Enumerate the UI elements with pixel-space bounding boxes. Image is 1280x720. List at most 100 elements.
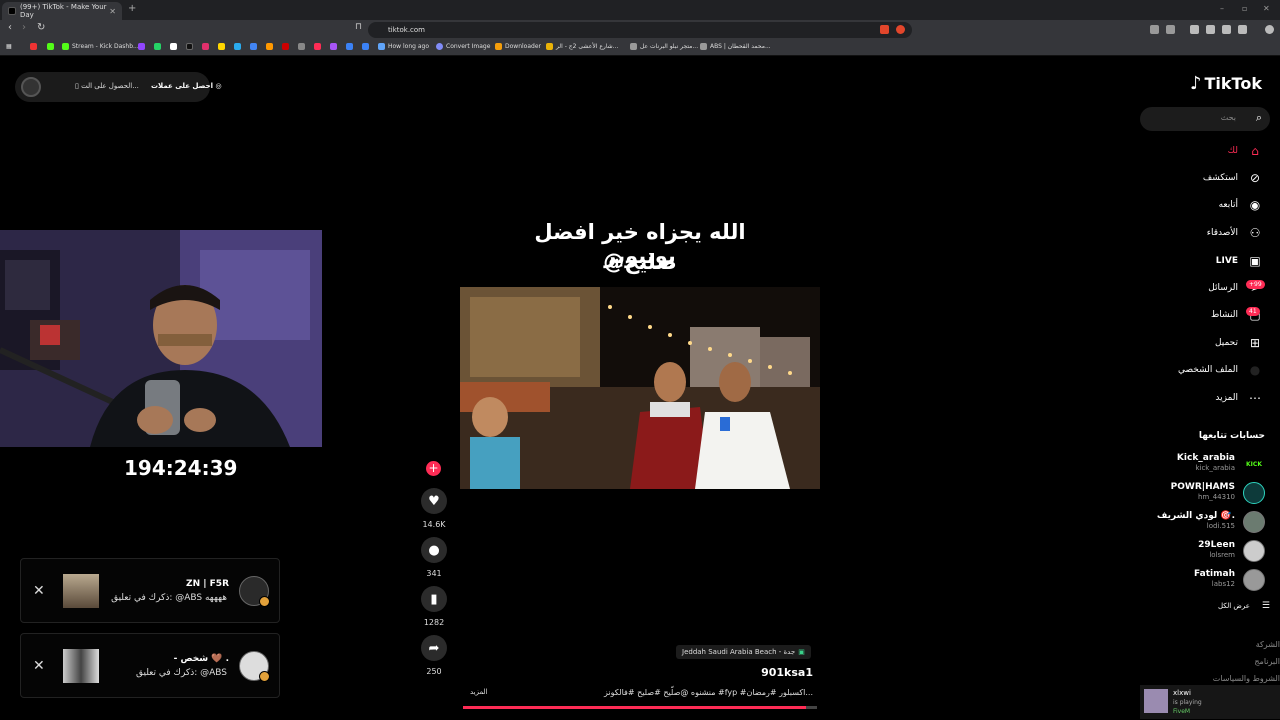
browser-tab[interactable]: (99+) TikTok - Make Your Day ✕ [2,2,122,20]
vpn-icon[interactable] [1238,25,1247,34]
back-icon[interactable]: ‹ [8,22,12,33]
video-author[interactable]: 901ksa1 [761,666,813,679]
search-icon[interactable]: ⌕ [1256,111,1262,125]
nav-live[interactable]: LIVE ▣ [1216,251,1262,271]
see-more-link[interactable]: المزيد [470,688,488,696]
tab-title: (99+) TikTok - Make Your Day [20,3,107,19]
follow-plus-button[interactable]: + [426,461,441,476]
bookmark-abs[interactable]: ABS | محمد القحطان... [700,43,771,50]
more-icon: ⋯ [1249,391,1261,405]
notification-avatar[interactable] [239,576,270,607]
apps-icon[interactable]: ▦ [6,43,12,50]
bookmark-favicon-icon[interactable] [202,43,212,50]
bookmark-convert-image[interactable]: Convert Image [436,43,490,50]
following-avatar-icon: ◉ [1249,198,1261,212]
extension-icon[interactable] [1166,25,1175,34]
bookmark-favicon-icon[interactable] [282,43,292,50]
bookmark-store[interactable]: متجر نبلو البرنات عل... [630,43,698,50]
nav-more[interactable]: المزيد ⋯ [1215,388,1262,408]
profile-icon: ● [1249,363,1261,377]
notification-thumbnail[interactable] [63,574,99,608]
nav-for-you[interactable]: لك ⌂ [1228,141,1262,161]
video-progress-bar[interactable] [463,706,817,709]
tiktok-logo[interactable]: ♪ TikTok [1190,73,1262,94]
save-button[interactable]: ▮ [421,586,447,612]
bookmark-kick[interactable]: Stream - Kick Dashb... [62,43,139,50]
badge-icon [259,596,270,607]
following-account[interactable]: Kick_arabia kick_arabia KICK [1125,452,1265,476]
following-account[interactable]: POWR|HAMS hm_44310 [1125,481,1265,505]
location-pin-icon: ▣ [798,648,805,656]
bookmark-favicon-icon[interactable] [314,43,324,50]
see-all-link[interactable]: عرض الكل ☰ [1218,601,1270,611]
bookmark-favicon-icon[interactable] [30,43,40,50]
like-button[interactable]: ♥ [421,488,447,514]
bookmark-favicon-icon[interactable] [138,43,148,50]
bookmark-favicon-icon[interactable] [234,43,244,50]
get-coins-text: احصل على عملات ◎ [151,82,222,90]
save-count: 1282 [423,618,445,627]
video-player[interactable] [460,287,820,489]
following-account[interactable]: 29Leen lolsrem [1125,539,1265,563]
footer-company-link[interactable]: الشركة [1256,640,1280,649]
maximize-icon[interactable]: ▫ [1242,4,1247,13]
reload-icon[interactable]: ↻ [37,22,45,33]
nav-explore[interactable]: استكشف ⊘ [1203,168,1262,188]
forward-icon[interactable]: › [22,22,26,33]
wallet-icon[interactable] [1222,25,1231,34]
new-tab-icon[interactable]: + [128,3,136,14]
nav-upload[interactable]: تحميل ⊞ [1215,333,1262,353]
notification-user: - شخص 🤎 . [173,654,229,664]
bookmark-favicon-icon[interactable] [154,43,164,50]
mention-notification: ✕ - شخص 🤎 . ذكرك في تعليق: @ABS [20,633,280,698]
bookmark-favicon-icon[interactable] [330,43,340,50]
minimize-icon[interactable]: – [1220,4,1224,13]
bookmark-how-long-ago[interactable] [362,43,372,50]
notification-avatar[interactable] [239,651,270,682]
location-tag[interactable]: Jeddah Saudi Arabia Beach - جدة ▣ [676,645,811,659]
like-count: 14.6K [422,520,446,529]
nav-following[interactable]: أتابعه ◉ [1219,195,1262,215]
media-icon[interactable] [1190,25,1199,34]
nav-profile[interactable]: الملف الشخصي ● [1178,360,1262,380]
player-avatar [1144,689,1168,713]
dismiss-icon[interactable]: ✕ [33,583,45,599]
extension-icon[interactable] [1150,25,1159,34]
video-caption-line2: @صليح [603,250,677,274]
comment-button[interactable]: ● [421,537,447,563]
brave-rewards-icon[interactable] [896,25,905,34]
kick-avatar-icon: KICK [1243,453,1265,475]
notification-message: ذكرك في تعليق: @ABS [135,668,227,678]
nav-friends[interactable]: الأصدقاء ⚇ [1207,223,1262,243]
bookmark-favicon-icon[interactable] [266,43,276,50]
following-account[interactable]: لودي الشريف 🎯. lodi.515 [1125,510,1265,534]
bookmark-favicon-icon[interactable] [186,43,196,50]
share-button[interactable]: ➦ [421,635,447,661]
bookmark-favicon-icon[interactable] [218,43,228,50]
account-avatar [1243,511,1265,533]
activity-badge: 41 [1246,307,1260,316]
bookmark-favicon-icon[interactable] [346,43,356,50]
bookmark-street[interactable]: شارع الأعشى 2ج - الر... [546,43,618,50]
brave-shield-icon[interactable] [880,25,889,34]
bookmark-how-long-ago[interactable]: How long ago [378,43,429,50]
bookmark-favicon-icon[interactable] [47,43,57,50]
bookmark-favicon-icon[interactable] [170,43,180,50]
badge-icon [259,671,270,682]
bookmark-downloader[interactable]: Downloader [495,43,541,50]
account-avatar [1243,569,1265,591]
url-field[interactable]: tiktok.com [368,22,912,38]
bookmark-favicon-icon[interactable] [250,43,260,50]
close-tab-icon[interactable]: ✕ [109,7,116,16]
bookmark-page-icon[interactable]: ⊓ [355,22,362,32]
footer-terms-link[interactable]: الشروط والسياسات [1213,674,1280,683]
sidebar-icon[interactable] [1206,25,1215,34]
search-input[interactable]: بحث ⌕ [1140,107,1270,131]
menu-icon[interactable] [1265,25,1274,34]
notification-thumbnail[interactable] [63,649,99,683]
close-window-icon[interactable]: ✕ [1263,4,1270,13]
following-account[interactable]: Fatimah labs12 [1125,568,1265,592]
footer-program-link[interactable]: البرنامج [1254,657,1280,666]
dismiss-icon[interactable]: ✕ [33,658,45,674]
bookmark-favicon-icon[interactable] [298,43,308,50]
